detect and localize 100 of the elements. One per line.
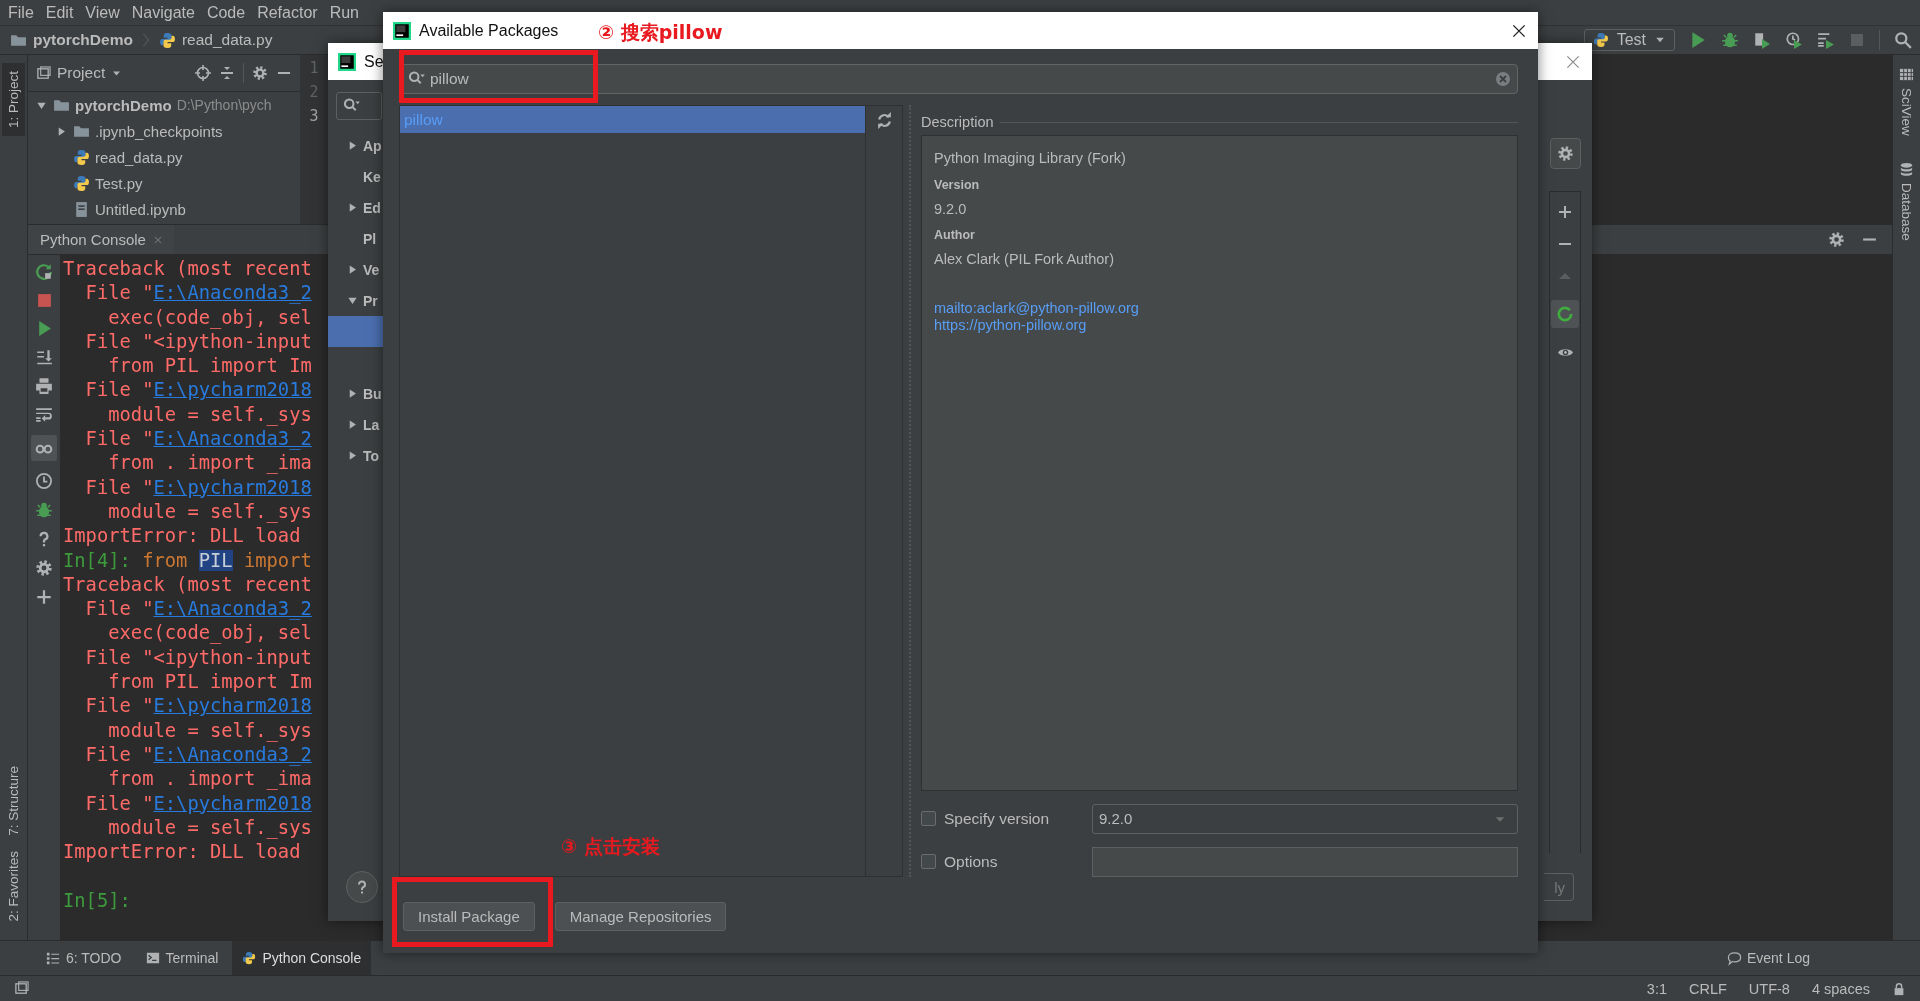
coverage-icon[interactable]	[1753, 31, 1771, 49]
file-link[interactable]: E:\pycharm2018	[153, 792, 312, 814]
file-link[interactable]: E:\Anaconda3_2	[153, 743, 312, 765]
tool-window-tab[interactable]: 2: Favorites	[2, 843, 25, 930]
menu-item[interactable]: Code	[200, 3, 252, 22]
soft-wrap-icon[interactable]	[35, 406, 53, 424]
grid-icon	[1899, 67, 1914, 82]
manage-repositories-button[interactable]: Manage Repositories	[554, 902, 727, 931]
lock-icon[interactable]	[1892, 981, 1906, 996]
field-label: Author	[934, 228, 976, 242]
tool-tab[interactable]: 6: TODO	[36, 941, 132, 975]
run-config-dropdown[interactable]: Test	[1583, 29, 1675, 51]
settings-tree-item[interactable]: To	[363, 447, 380, 464]
history-icon[interactable]	[35, 472, 53, 490]
link[interactable]: mailto:aclark@python-pillow.org	[934, 300, 1505, 317]
menu-item[interactable]: Navigate	[125, 3, 201, 22]
checkbox[interactable]	[921, 854, 936, 869]
tool-window-tab[interactable]: 1: Project	[2, 63, 25, 137]
settings-tree-item[interactable]: Ve	[363, 261, 380, 278]
search-icon[interactable]	[1894, 31, 1912, 49]
refresh-icon[interactable]	[875, 112, 893, 129]
panel-icon[interactable]	[14, 981, 29, 996]
project-view-dropdown[interactable]: Project	[36, 64, 123, 82]
file-tree-item[interactable]: pytorchDemo	[75, 96, 172, 114]
concurrency-icon[interactable]	[1817, 31, 1835, 49]
menu-item[interactable]: File	[2, 3, 40, 22]
settings-button[interactable]	[1549, 138, 1581, 169]
tool-tab[interactable]: Python Console	[232, 941, 372, 975]
expand-arrow-icon[interactable]	[347, 388, 358, 399]
file-tree-item[interactable]: Untitled.ipynb	[95, 200, 186, 218]
console-line: File "E:\Anaconda3_2	[84, 597, 312, 622]
console-line: In[5]:	[63, 888, 131, 913]
menu-item[interactable]: Refactor	[251, 3, 324, 22]
settings-tree-item[interactable]: Ke	[363, 168, 381, 185]
status-item[interactable]: 4 spaces	[1811, 980, 1870, 997]
expand-arrow-icon[interactable]	[347, 450, 358, 461]
status-item[interactable]: 3:1	[1646, 980, 1667, 997]
file-tree-item[interactable]: Test.py	[95, 174, 143, 192]
toggle-button[interactable]	[1551, 300, 1579, 328]
event-log-button[interactable]: Event Log	[1726, 950, 1810, 966]
print-icon[interactable]	[35, 377, 53, 395]
clear-icon[interactable]	[1495, 71, 1511, 87]
expand-arrow-icon[interactable]	[347, 264, 358, 275]
file-link[interactable]: E:\pycharm2018	[153, 695, 312, 717]
breadcrumb[interactable]: pytorchDemo	[33, 31, 133, 49]
run-icon[interactable]	[1689, 31, 1707, 49]
settings-icon[interactable]	[35, 559, 53, 577]
install-button[interactable]: Install Package	[403, 902, 535, 931]
locate-icon[interactable]	[195, 65, 211, 81]
file-tree-item[interactable]: read_data.py	[95, 148, 183, 166]
settings-tree-item[interactable]: Bu	[363, 385, 382, 402]
settings-icon[interactable]	[252, 65, 268, 81]
expand-arrow-icon[interactable]	[347, 202, 358, 213]
tool-window-tab[interactable]: Database	[1899, 157, 1914, 245]
options-field[interactable]	[1092, 846, 1518, 877]
status-item[interactable]: CRLF	[1689, 980, 1727, 997]
menu-item[interactable]: Edit	[39, 3, 80, 22]
menu-item[interactable]: Run	[323, 3, 365, 22]
settings-tree-item[interactable]: Ed	[363, 199, 381, 216]
file-link[interactable]: E:\Anaconda3_2	[153, 428, 312, 450]
version-dropdown[interactable]: 9.2.0	[1092, 803, 1518, 834]
checkbox[interactable]	[921, 811, 936, 826]
settings-icon[interactable]	[1828, 231, 1845, 248]
rerun-icon[interactable]	[35, 263, 53, 281]
console-line: from PIL import Im	[107, 670, 312, 695]
console-line: module = self._sys	[107, 815, 312, 841]
collapse-icon[interactable]	[219, 65, 235, 81]
expand-arrow-icon[interactable]	[56, 125, 67, 137]
tool-window-tab[interactable]: SciView	[1899, 63, 1914, 140]
status-item[interactable]: UTF-8	[1748, 980, 1790, 997]
file-link[interactable]: E:\pycharm2018	[153, 379, 312, 401]
expand-arrow-icon[interactable]	[347, 295, 358, 306]
settings-tree-item[interactable]: Ap	[363, 137, 382, 154]
search-field[interactable]	[336, 92, 382, 120]
tool-tab[interactable]: Terminal	[135, 941, 229, 975]
expand-arrow-icon[interactable]	[347, 419, 358, 430]
file-link[interactable]: E:\Anaconda3_2	[153, 598, 312, 620]
python-file-icon	[73, 148, 90, 166]
stop-icon[interactable]	[35, 292, 53, 309]
menu-item[interactable]: View	[79, 3, 126, 22]
section-label: Description	[921, 114, 994, 130]
add-icon[interactable]	[1557, 204, 1573, 220]
breadcrumb[interactable]: read_data.py	[181, 31, 273, 49]
panel-icon	[36, 65, 51, 81]
add-icon[interactable]	[35, 588, 53, 606]
settings-tree-item[interactable]: Pr	[363, 292, 378, 309]
debug-icon[interactable]	[35, 501, 53, 519]
help-button[interactable]	[346, 871, 378, 903]
scroll-to-end-icon[interactable]	[35, 348, 53, 366]
file-tree-item[interactable]: .ipynb_checkpoints	[95, 122, 223, 140]
link[interactable]: https://python-pillow.org	[934, 317, 1505, 334]
file-link[interactable]: E:\Anaconda3_2	[153, 282, 312, 304]
debug-icon[interactable]	[1721, 31, 1739, 49]
file-link[interactable]: E:\pycharm2018	[153, 476, 312, 498]
settings-tree-item[interactable]: La	[363, 416, 380, 433]
settings-tree-item[interactable]: Pl	[363, 230, 377, 247]
profile-icon[interactable]	[1785, 31, 1803, 49]
expand-arrow-icon[interactable]	[347, 140, 358, 151]
console-tab[interactable]: Python Console	[28, 225, 174, 254]
tool-window-tab[interactable]: 7: Structure	[2, 757, 25, 844]
